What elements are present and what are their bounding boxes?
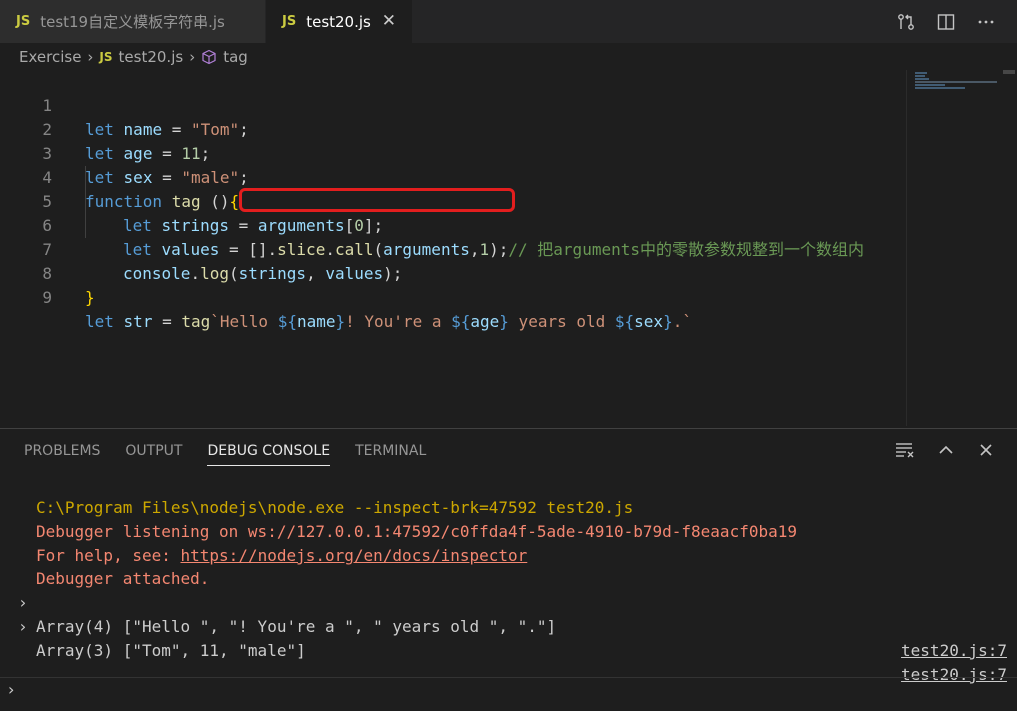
code-line: 9 let str = tag`Hello ${name}! You're a … [0,262,692,331]
bottom-panel: PROBLEMS OUTPUT DEBUG CONSOLE TERMINAL C… [0,428,1017,702]
code-line: 4 function tag (){ [0,142,239,211]
code-line: 5 let strings = arguments[0]; [0,166,383,235]
tab-output[interactable]: OUTPUT [125,443,182,465]
tab-test20[interactable]: JS test20.js ✕ [266,0,412,43]
close-icon[interactable] [977,441,995,459]
repl-prompt-icon: › [8,680,15,699]
split-editor-icon[interactable] [937,13,955,31]
code-line: 6 let values = [].slice.call(arguments,1… [0,190,864,259]
line-number: 9 [42,288,52,307]
code-editor[interactable]: 1 let name = "Tom"; 2 let age = 11; 3 le… [0,70,1017,428]
code-line: 2 let age = 11; [0,94,210,163]
panel-tabs: PROBLEMS OUTPUT DEBUG CONSOLE TERMINAL [24,443,451,466]
code-line: 7 console.log(strings, values); [0,214,402,283]
js-file-icon: JS [99,50,113,64]
minimap[interactable] [906,70,1003,426]
tab-terminal[interactable]: TERMINAL [355,443,426,465]
breadcrumb-symbol[interactable]: tag [223,48,248,66]
breadcrumb-file[interactable]: test20.js [119,48,184,66]
chevron-up-icon[interactable] [937,441,955,459]
repl-input[interactable]: › [0,677,1017,702]
js-file-icon: JS [16,14,31,29]
tab-label: test20.js [306,12,371,31]
js-file-icon: JS [282,14,297,29]
clear-console-icon[interactable] [895,441,915,459]
inspector-docs-link[interactable]: https://nodejs.org/en/docs/inspector [181,546,528,565]
editor-actions [897,0,1017,43]
console-line: Debugger listening on ws://127.0.0.1:475… [36,522,797,541]
tab-label: test19自定义模板字符串.js [40,13,225,31]
code-line: 8 } [0,238,94,307]
scrollbar-thumb[interactable] [1003,70,1015,74]
cube-symbol-icon [202,49,216,65]
tab-debug-console[interactable]: DEBUG CONSOLE [207,443,331,466]
panel-actions [895,441,995,459]
compare-changes-icon[interactable] [897,13,915,31]
code-line: 3 let sex = "male"; [0,118,248,187]
console-line: C:\Program Files\nodejs\node.exe --inspe… [36,498,634,517]
expand-chevron-icon[interactable]: › [18,615,28,639]
close-icon[interactable]: ✕ [382,11,396,31]
tab-problems[interactable]: PROBLEMS [24,443,100,465]
console-line: For help, see: https://nodejs.org/en/doc… [36,546,528,565]
code-line: 1 let name = "Tom"; [0,70,248,139]
chevron-right-icon: › [189,48,196,66]
breadcrumb-folder[interactable]: Exercise [19,48,81,66]
console-log-entry[interactable]: › Array(4) ["Hello ", "! You're a ", " y… [0,567,1017,660]
breadcrumb: Exercise › JS test20.js › tag [19,47,248,67]
editor-tab-bar: JS test19自定义模板字符串.js JS test20.js ✕ [0,0,1017,43]
tab-test19[interactable]: JS test19自定义模板字符串.js [0,0,265,43]
source-link[interactable]: test20.js:7 [901,639,1007,663]
console-log-entry[interactable]: › Array(3) ["Tom", 11, "male"] test20.js… [0,591,1017,684]
annotation-highlight-box [239,188,515,212]
chevron-right-icon: › [87,48,94,66]
more-actions-icon[interactable] [977,13,995,31]
console-line: Debugger attached. [36,569,210,588]
